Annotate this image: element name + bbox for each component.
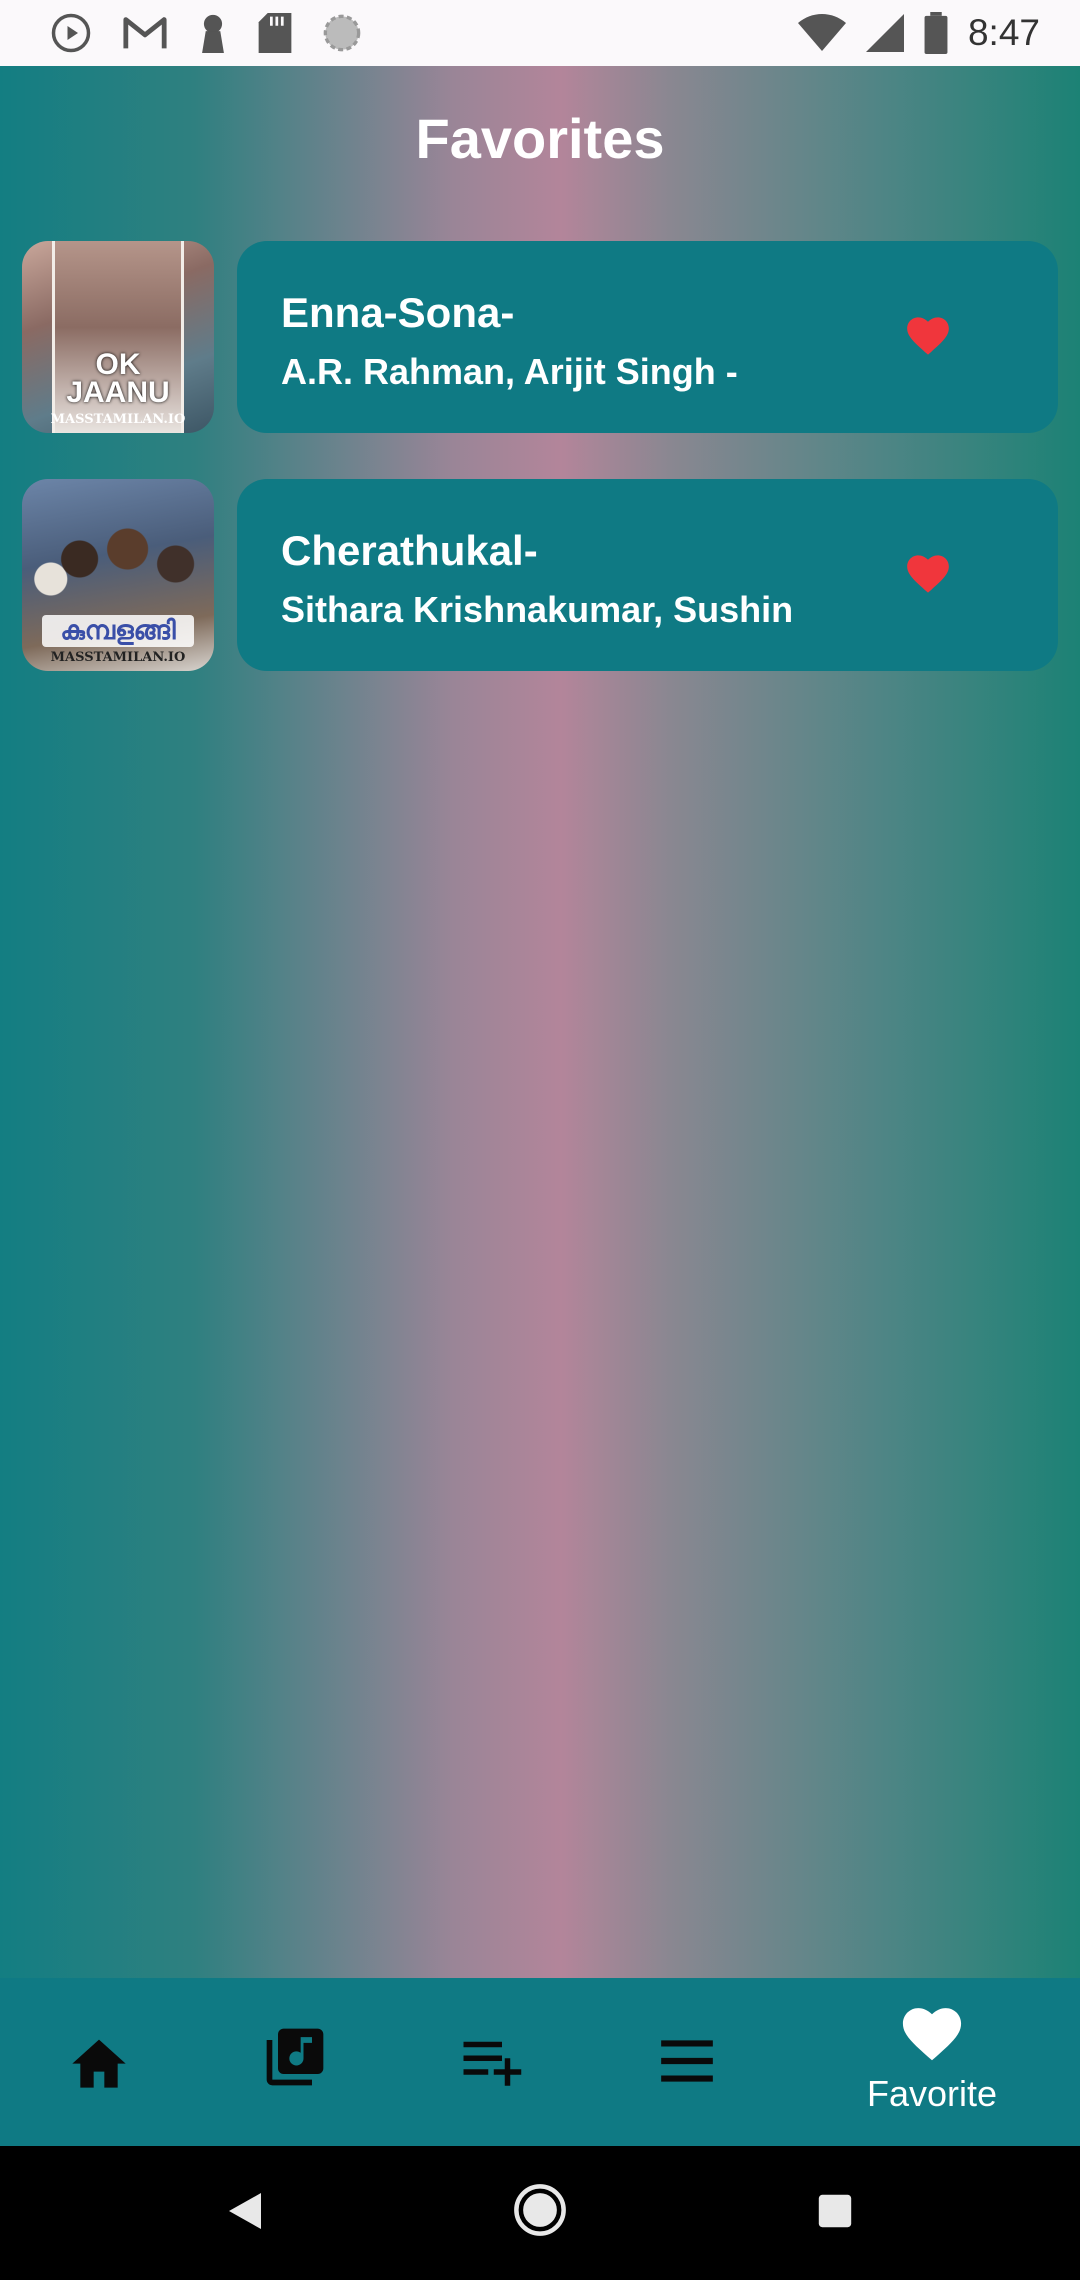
sd-card-icon: [258, 13, 292, 53]
wifi-icon: [797, 13, 846, 53]
song-card[interactable]: Cherathukal- Sithara Krishnakumar, Sushi…: [237, 479, 1058, 671]
menu-icon: [656, 2036, 718, 2091]
heart-icon: [903, 310, 953, 361]
system-recents-button[interactable]: [812, 2190, 858, 2236]
nav-home-button[interactable]: [60, 2024, 138, 2102]
gmail-icon: [122, 13, 168, 53]
favorites-screen: Favorites OK JAANU MASSTAMILAN.IO Enna-S…: [0, 66, 1080, 1978]
signal-icon: [865, 13, 904, 53]
page-title: Favorites: [415, 107, 665, 170]
list-item[interactable]: കുമ്പളങ്ങി MASSTAMILAN.IO Cherathukal- S…: [22, 479, 1058, 671]
album-art-title: OK JAANU: [66, 348, 170, 409]
keyhole-icon: [198, 13, 228, 53]
back-triangle-icon: [225, 2191, 265, 2236]
album-art[interactable]: കുമ്പളങ്ങി MASSTAMILAN.IO: [22, 479, 214, 671]
nav-library-button[interactable]: [256, 2020, 334, 2098]
play-icon: [50, 12, 92, 54]
home-icon: [67, 2031, 131, 2096]
list-item[interactable]: OK JAANU MASSTAMILAN.IO Enna-Sona- A.R. …: [22, 241, 1058, 433]
album-art[interactable]: OK JAANU MASSTAMILAN.IO: [22, 241, 214, 433]
heart-icon: [897, 1998, 967, 2067]
loading-icon: [322, 13, 362, 53]
home-circle-icon: [513, 2183, 567, 2242]
bottom-navigation: Favorite: [0, 1978, 1080, 2146]
favorite-toggle-button[interactable]: [902, 547, 954, 599]
album-art-caption: MASSTAMILAN.IO: [50, 412, 186, 427]
song-title: Cherathukal-: [281, 527, 538, 574]
song-artists: A.R. Rahman, Arijit Singh -: [281, 351, 738, 392]
status-bar: 8:47: [0, 0, 1080, 66]
album-art-caption: MASSTAMILAN.IO: [50, 650, 186, 665]
library-music-icon: [261, 2023, 329, 2096]
playlist-add-icon: [458, 2033, 524, 2094]
status-notifications: [50, 12, 362, 54]
nav-favorite-button[interactable]: Favorite: [842, 1998, 1022, 2128]
system-navigation-bar: [0, 2146, 1080, 2280]
poster-image: [22, 509, 214, 609]
nav-menu-button[interactable]: [648, 2024, 726, 2102]
nav-favorite-label: Favorite: [866, 2073, 998, 2114]
system-home-button[interactable]: [512, 2183, 568, 2242]
system-back-button[interactable]: [220, 2188, 270, 2238]
status-time: 8:47: [967, 12, 1040, 53]
song-artists: Sithara Krishnakumar, Sushin: [281, 589, 794, 630]
song-title: Enna-Sona-: [281, 289, 515, 336]
song-card[interactable]: Enna-Sona- A.R. Rahman, Arijit Singh -: [237, 241, 1058, 433]
nav-playlist-add-button[interactable]: [452, 2024, 530, 2102]
recents-square-icon: [817, 2193, 853, 2234]
heart-icon: [903, 548, 953, 599]
battery-icon: [924, 12, 948, 54]
favorite-toggle-button[interactable]: [902, 309, 954, 361]
status-system: 8:47: [797, 12, 1040, 54]
album-art-title: കുമ്പളങ്ങി: [42, 615, 194, 647]
